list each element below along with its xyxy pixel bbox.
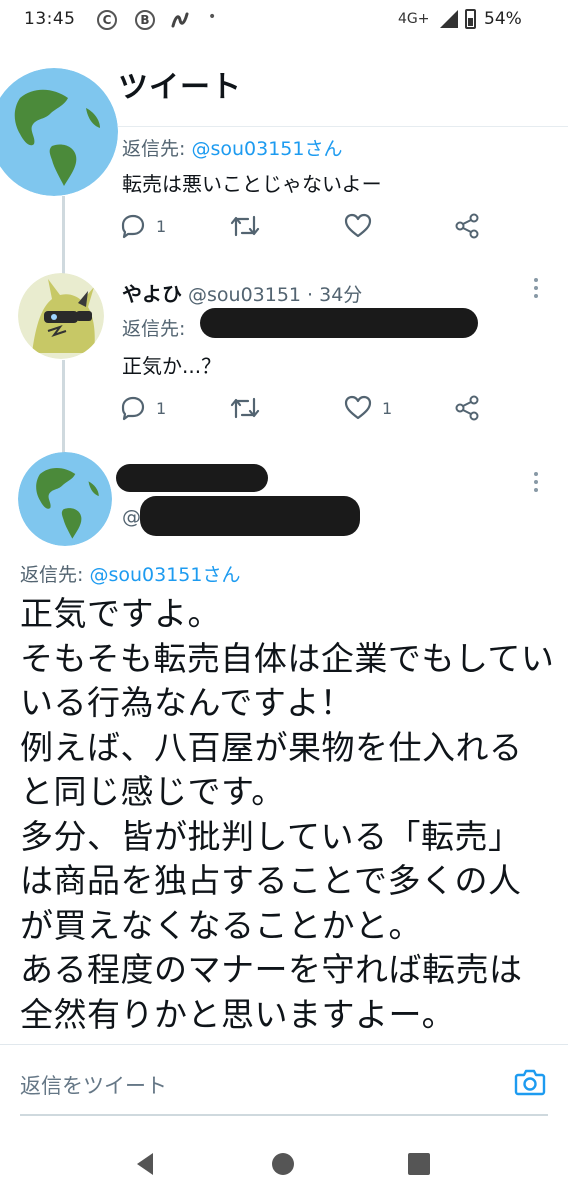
reply-button[interactable]: 1 xyxy=(120,210,166,242)
body-line: ある程度のマナーを守れば転売は xyxy=(20,950,523,989)
share-icon xyxy=(455,395,479,421)
share-button[interactable] xyxy=(454,210,482,242)
bitcoin-icon: B xyxy=(135,10,155,30)
composer-underline xyxy=(20,1114,548,1116)
avatar[interactable] xyxy=(0,68,118,196)
author-name: やよひ xyxy=(122,282,182,306)
earth-avatar-icon xyxy=(0,68,118,196)
earth-avatar-icon xyxy=(18,452,112,546)
heart-icon xyxy=(344,395,372,420)
retweet-icon xyxy=(230,215,260,237)
redacted-name xyxy=(116,464,268,492)
reply-count: 1 xyxy=(156,216,167,236)
reply-to-label: 返信先: @sou03151さん xyxy=(122,138,343,160)
network-type: 4G+ xyxy=(398,11,430,27)
recents-square-icon xyxy=(408,1153,430,1175)
signal-icon xyxy=(440,10,458,28)
system-nav-bar xyxy=(0,1128,568,1200)
like-button[interactable]: 1 xyxy=(344,392,392,424)
handle-prefix: @ xyxy=(122,506,141,528)
redacted-handle xyxy=(200,308,478,338)
more-notifications-indicator: • xyxy=(208,9,217,25)
recents-button[interactable] xyxy=(374,1128,464,1200)
retweet-icon xyxy=(230,397,260,419)
body-line: いる行為なんですよ！ xyxy=(20,683,354,722)
app-icon xyxy=(171,12,189,28)
more-options-button[interactable] xyxy=(533,278,539,302)
avatar[interactable] xyxy=(18,452,112,546)
avatar[interactable] xyxy=(18,273,104,359)
copyright-icon: C xyxy=(97,10,117,30)
battery-icon xyxy=(465,9,476,29)
mimikyu-avatar-icon xyxy=(18,273,104,359)
comment-icon xyxy=(121,396,145,421)
share-button[interactable] xyxy=(454,392,482,424)
like-count: 1 xyxy=(382,398,393,418)
body-line: は商品を独占することで多くの人 xyxy=(20,861,522,900)
clock: 13:45 xyxy=(24,9,76,29)
reply-count: 1 xyxy=(156,398,167,418)
thread-connector xyxy=(62,196,65,280)
heart-icon xyxy=(344,213,372,238)
body-line: と同じ感じです。 xyxy=(20,772,285,811)
retweet-button[interactable] xyxy=(230,392,270,424)
reply-to-label: 返信先: xyxy=(122,318,186,340)
tweet-text: 正気か...？ xyxy=(122,354,222,378)
tweet-author[interactable]: やよひ @sou03151 · 34分 xyxy=(122,278,362,307)
reply-to-label: 返信先: @sou03151さん xyxy=(20,564,241,586)
tweet-actions: 1 1 xyxy=(120,392,500,424)
body-line: そもそも転売自体は企業でもしてい xyxy=(20,638,555,678)
tweet-text: 転売は悪いことじゃないよー xyxy=(122,172,382,196)
page-title: ツイート xyxy=(118,70,242,105)
comment-icon xyxy=(121,214,145,239)
main-tweet-text: 正気ですよ。 そもそも転売自体は企業でもしてい いる行為なんですよ！ 例えば、八… xyxy=(20,592,555,1037)
divider xyxy=(118,126,568,127)
back-button[interactable] xyxy=(101,1128,191,1200)
back-triangle-icon xyxy=(137,1153,153,1175)
camera-icon xyxy=(514,1069,546,1096)
redacted-handle xyxy=(140,496,360,536)
reply-to-handle-link[interactable]: @sou03151さん xyxy=(89,564,240,586)
like-button[interactable] xyxy=(344,210,382,242)
more-options-button[interactable] xyxy=(533,472,539,496)
home-button[interactable] xyxy=(238,1128,328,1200)
home-circle-icon xyxy=(272,1153,294,1175)
body-line: が買えなくなることかと。 xyxy=(20,905,422,945)
share-icon xyxy=(455,213,479,239)
status-bar: 13:45 C B • 4G+ 54% xyxy=(0,0,568,40)
battery-percent: 54% xyxy=(484,9,522,29)
body-line: 例えば、八百屋が果物を仕入れる xyxy=(20,727,523,767)
body-line: 正気ですよ。 xyxy=(20,594,221,633)
body-line: 全然有りかと思いますよー。 xyxy=(20,994,456,1034)
tweet-actions: 1 xyxy=(120,210,500,242)
author-handle-time: @sou03151 · 34分 xyxy=(188,284,363,306)
reply-composer-input[interactable]: 返信をツイート xyxy=(20,1070,167,1100)
thread-connector xyxy=(62,360,65,460)
reply-button[interactable]: 1 xyxy=(120,392,166,424)
divider xyxy=(0,1044,568,1045)
camera-button[interactable] xyxy=(514,1068,546,1100)
body-line: 多分、皆が批判している「転売」 xyxy=(20,816,522,856)
retweet-button[interactable] xyxy=(230,210,270,242)
reply-to-handle-link[interactable]: @sou03151さん xyxy=(191,138,342,160)
